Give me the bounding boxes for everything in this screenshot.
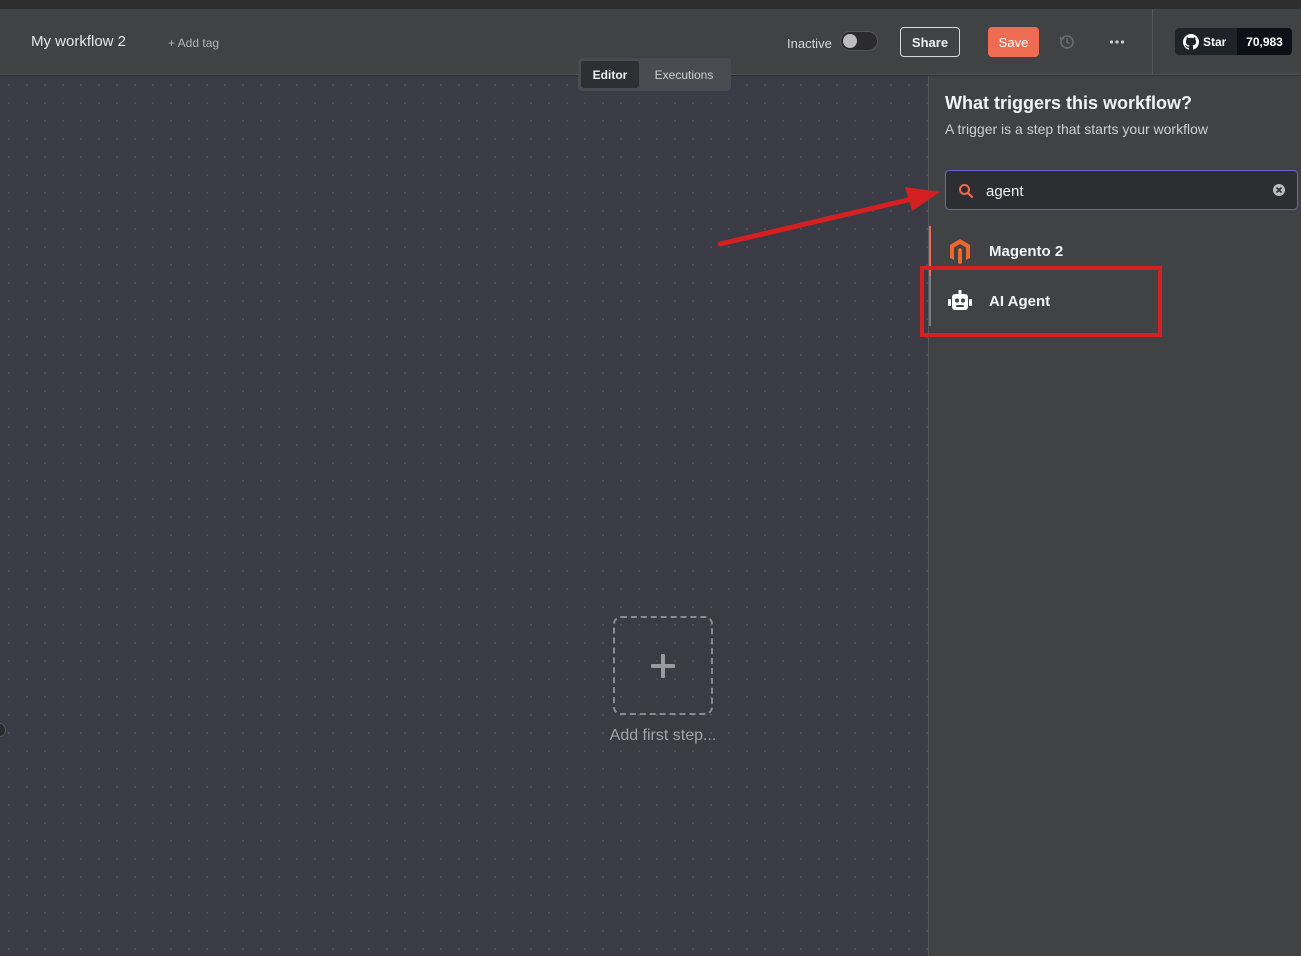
add-first-step-label: Add first step... — [609, 727, 717, 744]
trigger-search — [945, 170, 1298, 210]
panel-subtitle: A trigger is a step that starts your wor… — [945, 121, 1208, 137]
active-toggle[interactable] — [840, 31, 878, 51]
add-first-step-button[interactable] — [613, 616, 713, 715]
tab-executions[interactable]: Executions — [643, 61, 725, 88]
share-button[interactable]: Share — [900, 27, 960, 57]
trigger-panel: What triggers this workflow? A trigger i… — [928, 76, 1301, 956]
top-strip — [0, 0, 1301, 9]
active-status-label: Inactive — [787, 36, 832, 51]
workflow-canvas[interactable]: Add first step... — [0, 76, 928, 956]
toggle-knob — [843, 34, 857, 48]
magento-icon — [950, 239, 970, 264]
github-star-button[interactable]: Star — [1175, 28, 1237, 55]
canvas-edge-handle — [0, 723, 6, 737]
result-label: Magento 2 — [989, 242, 1064, 260]
search-input[interactable] — [986, 179, 1266, 203]
panel-title: What triggers this workflow? — [945, 93, 1193, 113]
view-tabs: Editor Executions — [578, 58, 731, 91]
add-tag-link[interactable]: + Add tag — [168, 36, 219, 50]
github-star-count[interactable]: 70,983 — [1237, 28, 1292, 55]
github-star-label: Star — [1203, 34, 1227, 49]
history-icon[interactable] — [1058, 33, 1076, 51]
plus-icon — [651, 653, 675, 678]
github-icon — [1183, 33, 1199, 50]
workflow-title[interactable]: My workflow 2 — [31, 33, 126, 50]
tab-editor[interactable]: Editor — [581, 61, 639, 88]
more-options-icon[interactable] — [1108, 33, 1126, 51]
save-button[interactable]: Save — [988, 27, 1039, 57]
search-icon — [959, 184, 974, 199]
annotation-highlight-box — [920, 266, 1162, 337]
clear-search-icon[interactable] — [1272, 183, 1286, 197]
header-divider — [1152, 9, 1153, 75]
